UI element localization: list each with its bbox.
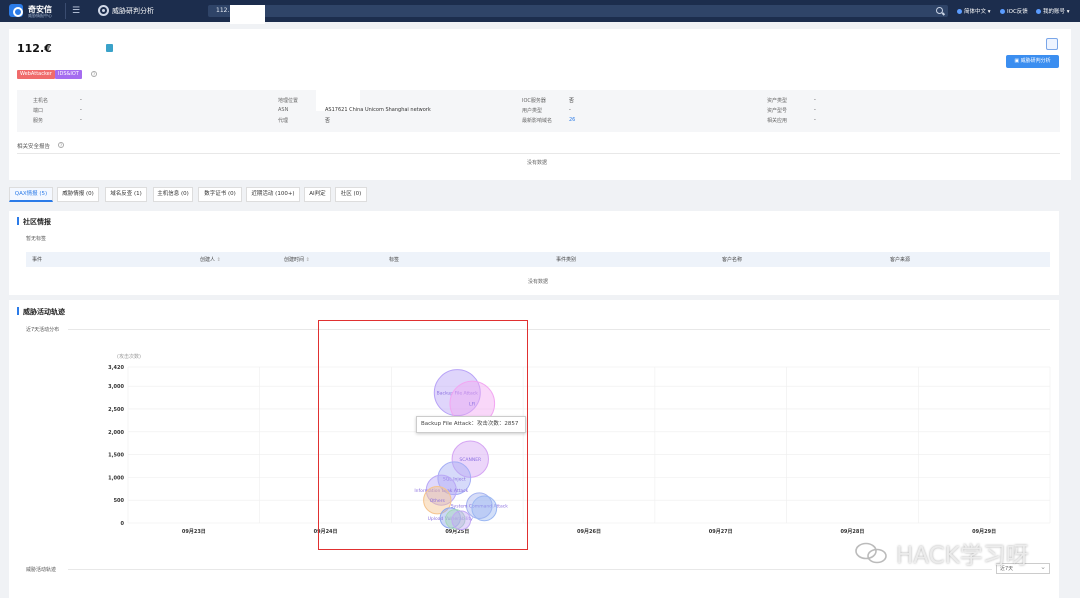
x-tick-label: 09月28日 xyxy=(840,528,864,535)
highlight-box xyxy=(318,320,528,550)
divider xyxy=(68,569,992,570)
activity-footer-title: 威胁活动轨迹 xyxy=(26,567,57,573)
y-tick-label: 2,000 xyxy=(108,430,124,436)
x-tick-label: 09月26日 xyxy=(577,528,601,535)
y-axis-label: (攻击次数) xyxy=(117,353,141,360)
y-tick-label: 1,500 xyxy=(108,453,124,459)
y-tick-label: 500 xyxy=(114,498,125,504)
wechat-icon xyxy=(855,542,887,564)
x-tick-label: 09月23日 xyxy=(182,528,206,535)
y-tick-label: 3,420 xyxy=(108,365,124,371)
y-tick-label: 3,000 xyxy=(108,384,124,390)
y-tick-label: 1,000 xyxy=(108,475,124,481)
activity-scatter-chart: (攻击次数) 3,420 3,000 2,500 2,000 1,500 1,000 500 0… xyxy=(108,353,1051,535)
watermark-text: HACK学习呀 xyxy=(896,543,1029,569)
x-tick-label: 09月27日 xyxy=(709,528,733,535)
x-tick-label: 09月29日 xyxy=(972,528,996,535)
y-tick-label: 2,500 xyxy=(108,407,124,413)
y-tick-label: 0 xyxy=(121,521,125,527)
